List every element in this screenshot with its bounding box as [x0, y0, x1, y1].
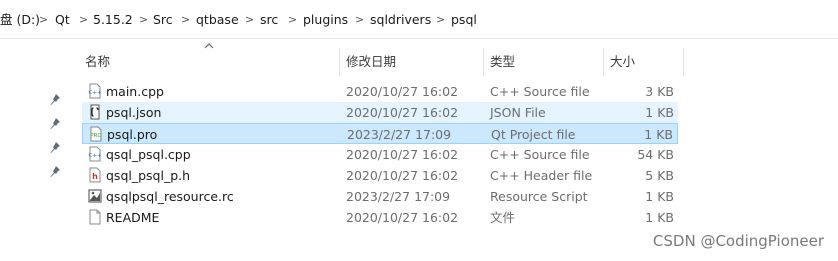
file-type: C++ Header file: [490, 168, 593, 183]
file-type: JSON File: [490, 105, 546, 120]
file-name: qsql_psql.cpp: [106, 147, 191, 162]
file-row[interactable]: PRO psql.pro 2023/2/27 17:09 Qt Project …: [82, 123, 678, 144]
column-divider[interactable]: [683, 48, 684, 76]
breadcrumb-separator[interactable]: >: [245, 12, 254, 28]
file-name: qsql_psql_p.h: [106, 168, 191, 183]
qt-project-file-icon: PRO: [88, 126, 104, 142]
file-size: 1 KB: [645, 189, 674, 204]
breadcrumb-qt[interactable]: Qt: [55, 12, 70, 28]
column-header-name[interactable]: 名称: [85, 48, 110, 76]
breadcrumb-separator[interactable]: >: [139, 12, 148, 28]
file-size: 3 KB: [645, 84, 674, 99]
svg-text:PRO: PRO: [90, 133, 102, 139]
breadcrumb-qtbase[interactable]: qtbase: [196, 12, 239, 28]
column-divider[interactable]: [603, 48, 604, 76]
file-name: psql.pro: [107, 127, 158, 142]
breadcrumb-plugins[interactable]: plugins: [303, 12, 348, 28]
breadcrumb-separator[interactable]: >: [39, 12, 48, 28]
watermark: CSDN @CodingPioneer: [652, 232, 824, 250]
svg-text:C++: C++: [88, 153, 101, 159]
breadcrumb-sqldrivers[interactable]: sqldrivers: [370, 12, 431, 28]
file-type: C++ Source file: [490, 147, 590, 162]
pin-icon[interactable]: [49, 141, 61, 155]
column-divider[interactable]: [483, 48, 484, 76]
file-row[interactable]: psql.json 2020/10/27 16:02 JSON File 1 K…: [82, 102, 678, 123]
column-header-modified[interactable]: 修改日期: [346, 48, 396, 76]
file-size: 5 KB: [645, 168, 674, 183]
file-type: Qt Project file: [491, 127, 576, 142]
file-row[interactable]: h qsql_psql_p.h 2020/10/27 16:02 C++ Hea…: [82, 165, 678, 186]
breadcrumb-separator[interactable]: >: [436, 12, 445, 28]
pin-icon[interactable]: [49, 165, 61, 179]
breadcrumb-separator[interactable]: >: [181, 12, 190, 28]
pin-icon[interactable]: [49, 93, 61, 107]
file-name: psql.json: [106, 105, 162, 120]
cpp-file-icon: C++: [87, 146, 103, 162]
file-size: 1 KB: [645, 105, 674, 120]
breadcrumb-src[interactable]: Src: [153, 12, 173, 28]
breadcrumb-psql[interactable]: psql: [451, 12, 477, 28]
breadcrumb-separator[interactable]: >: [355, 12, 364, 28]
column-header-size[interactable]: 大小: [610, 48, 635, 76]
file-modified: 2023/2/27 17:09: [347, 127, 452, 142]
file-size: 54 KB: [637, 147, 674, 162]
svg-text:C++: C++: [88, 90, 101, 96]
breadcrumb-drive[interactable]: 盘 (D:): [0, 12, 40, 28]
breadcrumb-src-2[interactable]: src: [260, 12, 278, 28]
file-name: main.cpp: [106, 84, 164, 99]
svg-text:h: h: [92, 172, 98, 181]
json-file-icon: [87, 104, 103, 120]
cpp-file-icon: C++: [87, 83, 103, 99]
address-bar[interactable]: 盘 (D:) > Qt > 5.15.2 > Src > qtbase > sr…: [0, 0, 838, 39]
column-header-type[interactable]: 类型: [490, 48, 515, 76]
file-modified: 2020/10/27 16:02: [346, 168, 459, 183]
file-modified: 2020/10/27 16:02: [346, 147, 459, 162]
file-size: 1 KB: [644, 127, 673, 142]
file-type: C++ Source file: [490, 84, 590, 99]
file-modified: 2020/10/27 16:02: [346, 84, 459, 99]
breadcrumb-version[interactable]: 5.15.2: [93, 12, 133, 28]
file-row[interactable]: C++ main.cpp 2020/10/27 16:02 C++ Source…: [82, 81, 678, 102]
header-file-icon: h: [87, 167, 103, 183]
file-modified: 2023/2/27 17:09: [346, 189, 451, 204]
file-modified: 2020/10/27 16:02: [346, 210, 459, 225]
file-modified: 2020/10/27 16:02: [346, 105, 459, 120]
breadcrumb-separator[interactable]: >: [79, 12, 88, 28]
file-row[interactable]: C++ qsql_psql.cpp 2020/10/27 16:02 C++ S…: [82, 144, 678, 165]
file-type: Resource Script: [490, 189, 588, 204]
pin-icon[interactable]: [49, 117, 61, 131]
file-row[interactable]: qsqlpsql_resource.rc 2023/2/27 17:09 Res…: [82, 186, 678, 207]
column-divider[interactable]: [339, 48, 340, 76]
file-name: qsqlpsql_resource.rc: [106, 189, 234, 204]
generic-file-icon: [87, 209, 103, 225]
sort-ascending-icon: [204, 43, 214, 49]
file-type: 文件: [490, 210, 516, 225]
file-size: 1 KB: [645, 210, 674, 225]
breadcrumb-separator[interactable]: >: [288, 12, 297, 28]
resource-script-icon: [87, 188, 103, 204]
file-row[interactable]: README 2020/10/27 16:02 文件 1 KB: [82, 207, 678, 228]
file-name: README: [106, 210, 160, 225]
